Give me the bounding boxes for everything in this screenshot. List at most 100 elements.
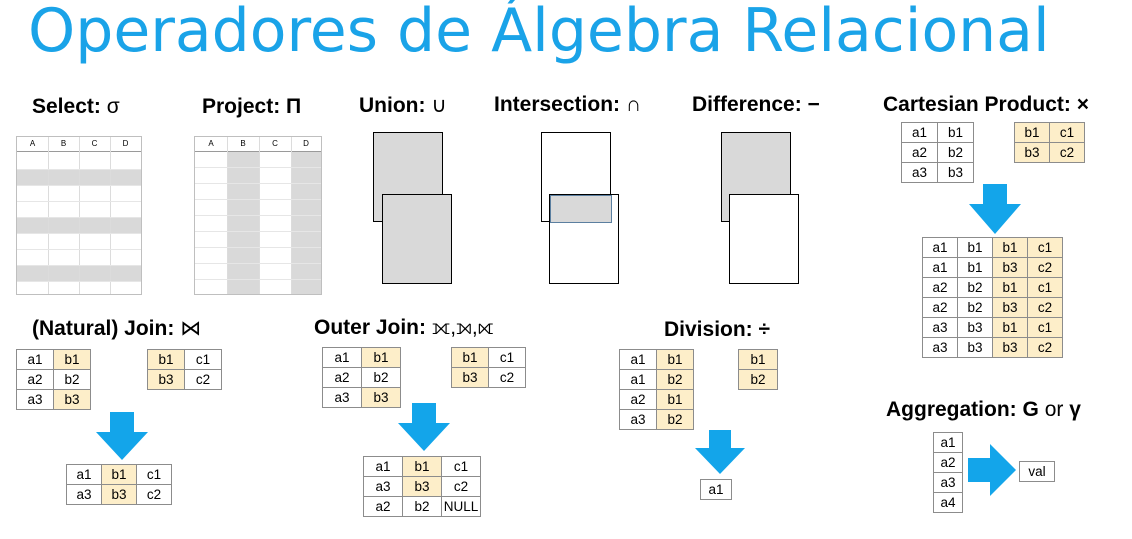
table-cell: a1 <box>933 432 963 453</box>
project-col-b: B <box>240 139 246 148</box>
aggregation-arrow-icon <box>968 444 1016 496</box>
project-col-a: A <box>208 139 214 148</box>
project-sheet-header: A B C D <box>195 137 321 152</box>
project-col-c: C <box>272 139 278 148</box>
table-cell: b2 <box>656 409 694 430</box>
table-cell: a2 <box>363 496 403 517</box>
aggregation-symbol-g: G <box>1022 398 1039 421</box>
table-cell: a2 <box>619 389 657 410</box>
table-row: b2 <box>738 369 778 390</box>
division-arrow-icon <box>695 430 745 474</box>
table-cell: b1 <box>957 257 993 278</box>
intersection-symbol: ∩ <box>625 93 641 116</box>
table-cell: a2 <box>322 367 362 388</box>
table-row: b3 c2 <box>147 369 222 390</box>
difference-symbol: − <box>807 93 820 116</box>
table-cell: a1 <box>322 347 362 368</box>
table-row: a1 b1 c1 <box>363 456 481 477</box>
cartesian-arrow-icon <box>969 184 1021 234</box>
table-cell: b3 <box>451 367 489 388</box>
table-cell: a1 <box>16 349 54 370</box>
outer-join-label: Outer Join: <box>314 316 427 339</box>
table-cell: b3 <box>147 369 185 390</box>
aggregation-result: val <box>1019 461 1055 482</box>
table-cell: a1 <box>619 369 657 390</box>
table-cell: b3 <box>957 317 993 338</box>
join-label: (Natural) Join: <box>32 317 175 340</box>
table-cell: c1 <box>1027 317 1063 338</box>
table-cell: b1 <box>992 317 1028 338</box>
cartesian-table-r: a1 b1 a2 b2 a3 b3 <box>901 122 974 183</box>
table-cell: a2 <box>933 452 963 473</box>
table-cell: b1 <box>361 347 401 368</box>
project-heading: Project: Π <box>202 95 301 119</box>
page-title: Operadores de Álgebra Relacional <box>28 0 1050 66</box>
table-cell: b3 <box>402 476 442 497</box>
cartesian-result-table: a1 b1 b1 c1 a1 b1 b3 c2 a2 b2 b1 c1 a2 b2 b3 c2 a3 b3 b1 c1… <box>922 237 1063 358</box>
table-row: a1 b1 b3 c2 <box>922 257 1063 278</box>
cartesian-symbol: × <box>1076 93 1089 116</box>
table-cell: a1 <box>922 257 958 278</box>
table-cell: b1 <box>101 464 137 485</box>
intersection-label: Intersection: <box>494 93 621 116</box>
table-cell: a2 <box>16 369 54 390</box>
difference-heading: Difference: − <box>692 93 820 117</box>
table-cell: b1 <box>451 347 489 368</box>
table-row: a3 b3 c2 <box>363 476 481 497</box>
table-cell: b2 <box>53 369 91 390</box>
table-cell: a2 <box>922 297 958 318</box>
table-cell: b1 <box>53 349 91 370</box>
table-cell: b3 <box>992 257 1028 278</box>
table-cell: c2 <box>488 367 526 388</box>
table-row: a2 b2 NULL <box>363 496 481 517</box>
table-cell: b1 <box>992 237 1028 258</box>
table-row: a2 b1 <box>619 389 694 410</box>
table-cell: a3 <box>619 409 657 430</box>
intersection-overlap <box>550 195 612 223</box>
union-symbol: ∪ <box>431 94 447 117</box>
table-row: a3 b2 <box>619 409 694 430</box>
table-cell: a3 <box>16 389 54 410</box>
table-cell: b3 <box>1014 142 1050 163</box>
table-row: b1 c1 <box>147 349 222 370</box>
aggregation-input-table: a1 a2 a3 a4 <box>933 432 963 513</box>
table-cell: b1 <box>656 389 694 410</box>
project-highlight-col <box>227 152 259 294</box>
table-row: a2 b2 <box>16 369 91 390</box>
division-symbol: ÷ <box>758 318 771 341</box>
outer-join-symbol: ⟗,⟕,⟖ <box>431 316 494 339</box>
table-cell: b1 <box>147 349 185 370</box>
outer-join-table-r: a1 b1 a2 b2 a3 b3 <box>322 347 401 408</box>
table-row: a3 b3 b3 c2 <box>922 337 1063 358</box>
table-cell: b1 <box>937 122 974 143</box>
table-cell: b3 <box>361 387 401 408</box>
table-cell: c2 <box>184 369 222 390</box>
table-row: a2 b2 <box>901 142 974 163</box>
aggregation-or: or <box>1044 398 1064 421</box>
table-row: b1 c1 <box>1014 122 1085 143</box>
table-cell: a3 <box>901 162 938 183</box>
table-row: a4 <box>933 492 963 513</box>
table-row: a2 b2 b3 c2 <box>922 297 1063 318</box>
table-row: b3 c2 <box>451 367 526 388</box>
table-cell: b1 <box>738 349 778 370</box>
table-cell: a3 <box>66 484 102 505</box>
table-row: a2 <box>933 452 963 473</box>
union-heading: Union: ∪ <box>359 93 447 118</box>
table-row: a1 b1 <box>322 347 401 368</box>
project-col-d: D <box>303 139 309 148</box>
select-label: Select: <box>32 95 101 118</box>
project-label: Project: <box>202 95 281 118</box>
table-cell: a1 <box>700 479 732 500</box>
table-row: b3 c2 <box>1014 142 1085 163</box>
table-cell: a1 <box>922 237 958 258</box>
table-cell: c2 <box>1027 257 1063 278</box>
table-cell: b2 <box>957 297 993 318</box>
table-row: a3 b3 b1 c1 <box>922 317 1063 338</box>
table-cell: c2 <box>136 484 172 505</box>
table-row: b1 c1 <box>451 347 526 368</box>
join-table-r: a1 b1 a2 b2 a3 b3 <box>16 349 91 410</box>
table-cell: c1 <box>136 464 172 485</box>
table-cell: a3 <box>922 337 958 358</box>
select-col-d: D <box>122 139 129 148</box>
